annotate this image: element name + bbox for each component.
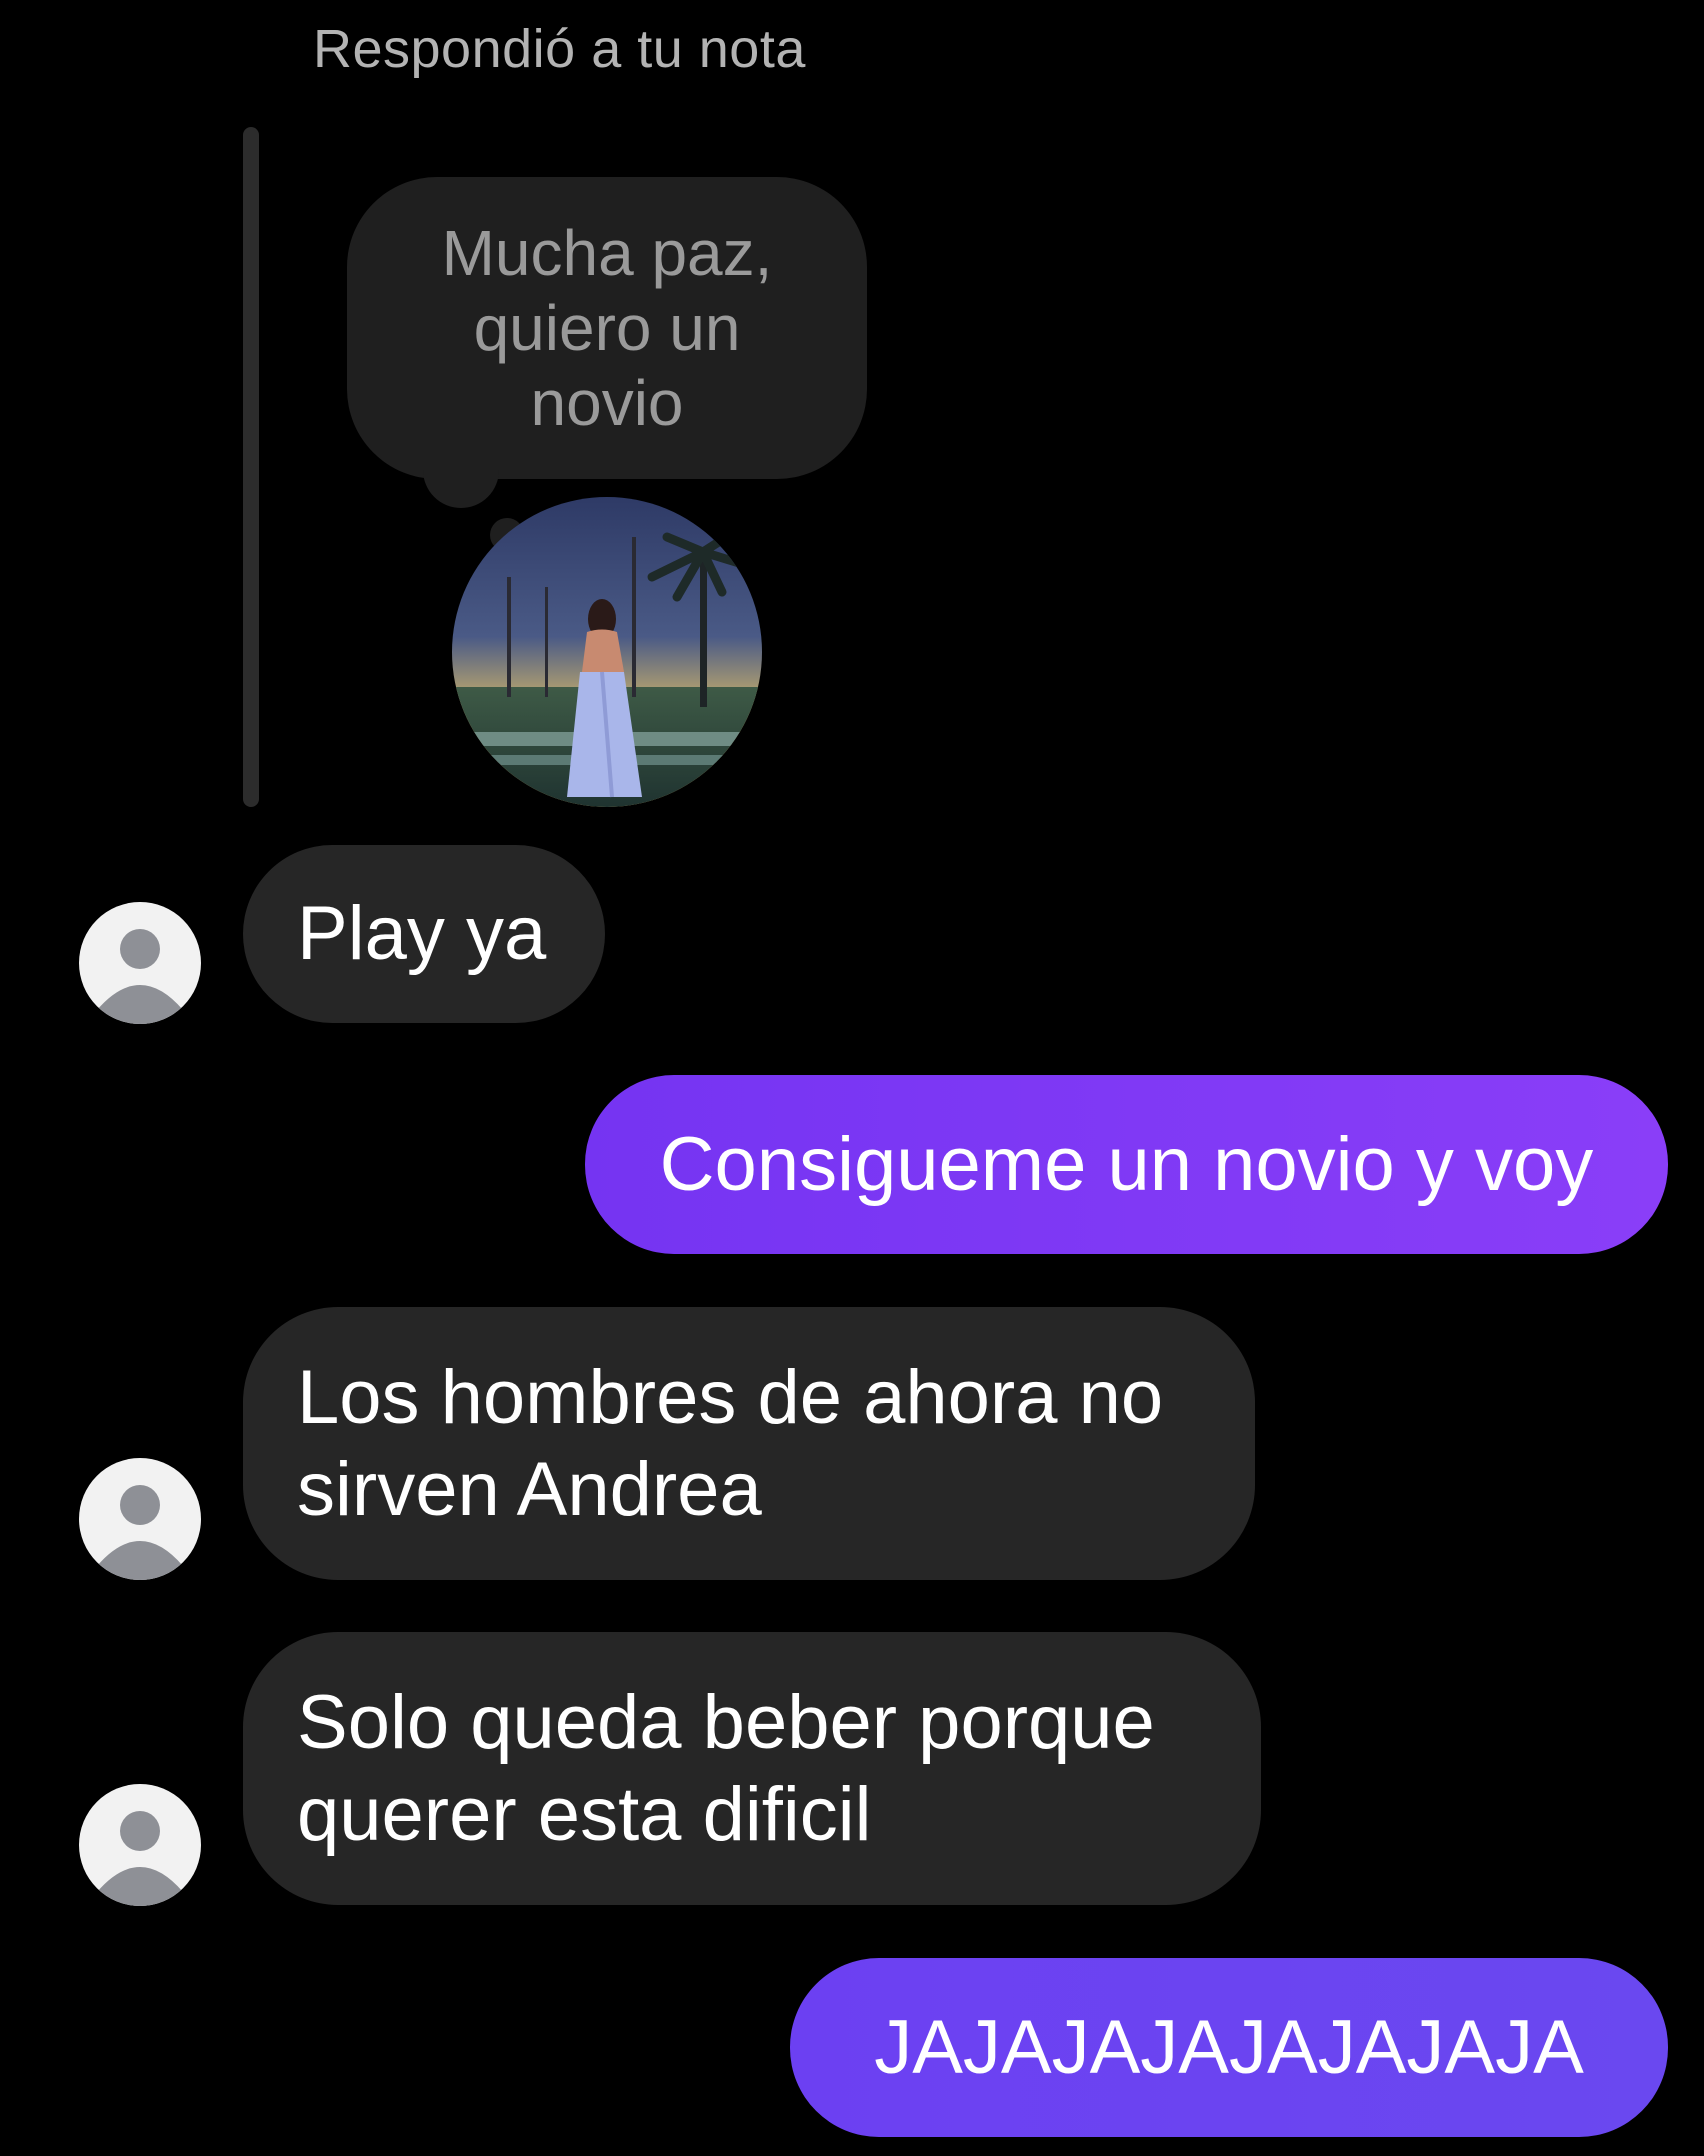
default-user-avatar-icon: [79, 902, 201, 1024]
message-bubble-outgoing[interactable]: JAJAJAJAJAJAJAJA: [790, 1958, 1668, 2137]
message-bubble-incoming[interactable]: Play ya: [243, 845, 605, 1023]
default-user-avatar-icon: [79, 1784, 201, 1906]
note-bubble-tail: [423, 458, 499, 508]
message-bubble-incoming[interactable]: Solo queda beber porque querer esta difi…: [243, 1632, 1261, 1905]
contact-avatar[interactable]: [79, 1784, 201, 1906]
note-author-photo[interactable]: [452, 497, 762, 807]
contact-avatar[interactable]: [79, 1458, 201, 1580]
default-user-avatar-icon: [79, 1458, 201, 1580]
message-bubble-incoming[interactable]: Los hombres de ahora no sirven Andrea: [243, 1307, 1255, 1580]
quote-bar: [243, 127, 259, 807]
message-bubble-outgoing[interactable]: Consigueme un novio y voy: [585, 1075, 1668, 1254]
note-text: Mucha paz, quiero un novio: [441, 216, 773, 439]
note-bubble[interactable]: Mucha paz, quiero un novio: [347, 177, 867, 479]
reply-header: Respondió a tu nota: [313, 19, 806, 79]
contact-avatar[interactable]: [79, 902, 201, 1024]
